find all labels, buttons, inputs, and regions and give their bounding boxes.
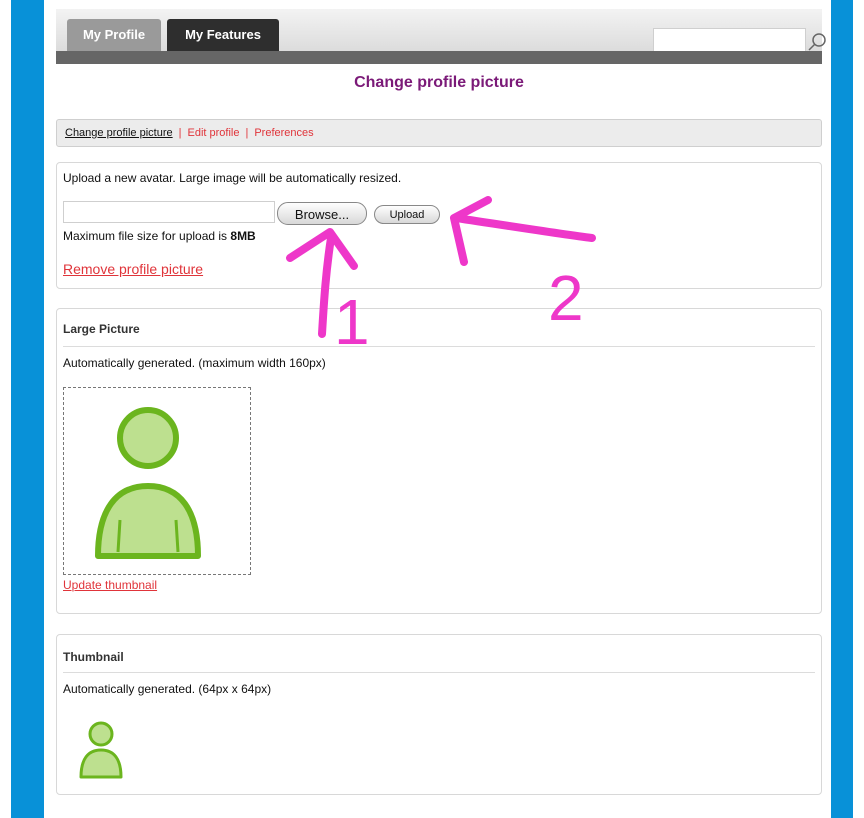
- remove-profile-picture-link[interactable]: Remove profile picture: [63, 261, 203, 277]
- thumbnail-heading: Thumbnail: [63, 650, 124, 664]
- thumbnail-description: Automatically generated. (64px x 64px): [63, 682, 272, 696]
- large-picture-panel: Large Picture Automatically generated. (…: [56, 308, 822, 614]
- file-path-field[interactable]: [63, 201, 275, 223]
- thumbnail-panel: Thumbnail Automatically generated. (64px…: [56, 634, 822, 795]
- subnav-separator: |: [245, 127, 249, 139]
- left-blue-border: [11, 0, 44, 818]
- tab-underbar: [56, 51, 822, 64]
- upload-button[interactable]: Upload: [374, 205, 440, 224]
- avatar-crop-area[interactable]: [63, 387, 251, 575]
- browse-button[interactable]: Browse...: [277, 202, 367, 225]
- upload-avatar-panel: Upload a new avatar. Large image will be…: [56, 162, 822, 289]
- max-file-size-text: Maximum file size for upload is 8MB: [63, 229, 256, 243]
- large-picture-heading: Large Picture: [63, 322, 140, 336]
- page-title: Change profile picture: [354, 74, 524, 91]
- large-picture-description: Automatically generated. (maximum width …: [63, 356, 326, 370]
- annotation-label-1: 1: [334, 286, 370, 358]
- subnav-edit-profile[interactable]: Edit profile: [187, 127, 239, 139]
- max-size-prefix: Maximum file size for upload is: [63, 229, 231, 243]
- thumbnail-avatar-icon: [79, 721, 123, 779]
- tab-my-profile[interactable]: My Profile: [67, 19, 161, 51]
- update-thumbnail-link[interactable]: Update thumbnail: [63, 578, 157, 592]
- profile-page: My Profile My Features Change profile pi…: [44, 0, 831, 818]
- subnav-preferences[interactable]: Preferences: [254, 127, 313, 139]
- top-navigation-bar: My Profile My Features: [56, 9, 826, 55]
- tab-my-features[interactable]: My Features: [167, 19, 279, 51]
- right-blue-border: [831, 0, 853, 818]
- annotation-label-2: 2: [548, 262, 584, 334]
- heading-divider: [63, 672, 815, 673]
- subnav-change-profile-picture[interactable]: Change profile picture: [65, 127, 173, 139]
- max-size-value: 8MB: [230, 229, 256, 243]
- profile-subnav: Change profile picture | Edit profile | Pref…: [56, 119, 822, 147]
- upload-intro-text: Upload a new avatar. Large image will be…: [63, 171, 402, 185]
- default-avatar-icon: [95, 407, 201, 559]
- heading-divider: [63, 346, 815, 347]
- subnav-separator: |: [178, 127, 182, 139]
